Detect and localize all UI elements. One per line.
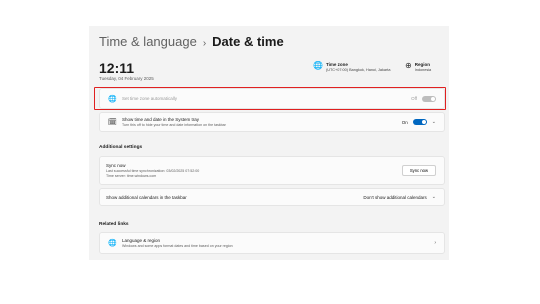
- language-region-title: Language & region: [122, 238, 161, 243]
- chevron-down-icon[interactable]: ⌄: [432, 119, 436, 125]
- systray-state: On: [401, 119, 408, 125]
- calendars-row: Show additional calendars in the taskbar…: [106, 189, 436, 205]
- systray-toggle[interactable]: [412, 119, 427, 125]
- highlight-box: [94, 87, 446, 110]
- timezone-title: Time zone: [325, 62, 348, 67]
- language-icon: 🌐: [108, 240, 117, 247]
- systray-card: 🗓 Show time and date in the System tray …: [99, 112, 445, 132]
- sync-server: Time server: time.windows.com: [106, 174, 157, 178]
- calendars-card: Show additional calendars in the taskbar…: [99, 188, 445, 206]
- related-links-heading: Related links: [99, 222, 129, 227]
- calendars-dropdown-value: Don't show additional calendars: [363, 194, 427, 200]
- chevron-right-icon: ›: [434, 240, 436, 246]
- page-title: Date & time: [212, 34, 284, 49]
- additional-settings-heading: Additional settings: [99, 145, 143, 150]
- breadcrumb-separator: ›: [202, 38, 207, 49]
- sync-title: Sync now: [106, 163, 126, 168]
- systray-title: Show time and date in the System tray: [122, 117, 200, 122]
- timezone-value: (UTC+07:00) Bangkok, Hanoi, Jakarta: [325, 68, 391, 72]
- globe-clock-icon: 🌐: [313, 61, 323, 70]
- chevron-down-icon: ⌄: [431, 194, 436, 200]
- calendars-dropdown[interactable]: Don't show additional calendars ⌄: [363, 194, 436, 200]
- language-region-card[interactable]: 🌐 Language & region Windows and some app…: [99, 232, 445, 254]
- breadcrumb-parent[interactable]: Time & language: [99, 34, 197, 49]
- language-region-row[interactable]: 🌐 Language & region Windows and some app…: [108, 233, 436, 253]
- systray-row[interactable]: 🗓 Show time and date in the System tray …: [108, 113, 436, 131]
- language-region-subtitle: Windows and some apps format dates and t…: [122, 244, 233, 248]
- calendar-clock-icon: 🗓: [108, 119, 117, 126]
- sync-row: Sync now Last successful time synchroniz…: [106, 157, 436, 184]
- sync-now-button[interactable]: Sync now: [401, 165, 436, 176]
- calendars-label: Show additional calendars in the taskbar: [106, 194, 187, 200]
- systray-subtitle: Turn this off to hide your time and date…: [122, 123, 226, 127]
- region-value: Indonesia: [414, 68, 432, 72]
- current-time: 12:11: [99, 60, 135, 76]
- region-title: Region: [414, 62, 430, 67]
- sync-last: Last successful time synchronization: 03…: [106, 169, 200, 173]
- region-info: ⊕ Region Indonesia: [405, 61, 432, 73]
- timezone-info: 🌐 Time zone (UTC+07:00) Bangkok, Hanoi, …: [313, 61, 391, 73]
- settings-panel: Time & language › Date & time 12:11 Tuesda…: [89, 26, 449, 260]
- breadcrumb: Time & language › Date & time: [99, 34, 284, 49]
- current-date: Tuesday, 04 February 2025: [99, 76, 154, 81]
- sync-card: Sync now Last successful time synchroniz…: [99, 156, 445, 185]
- globe-icon: ⊕: [405, 61, 412, 70]
